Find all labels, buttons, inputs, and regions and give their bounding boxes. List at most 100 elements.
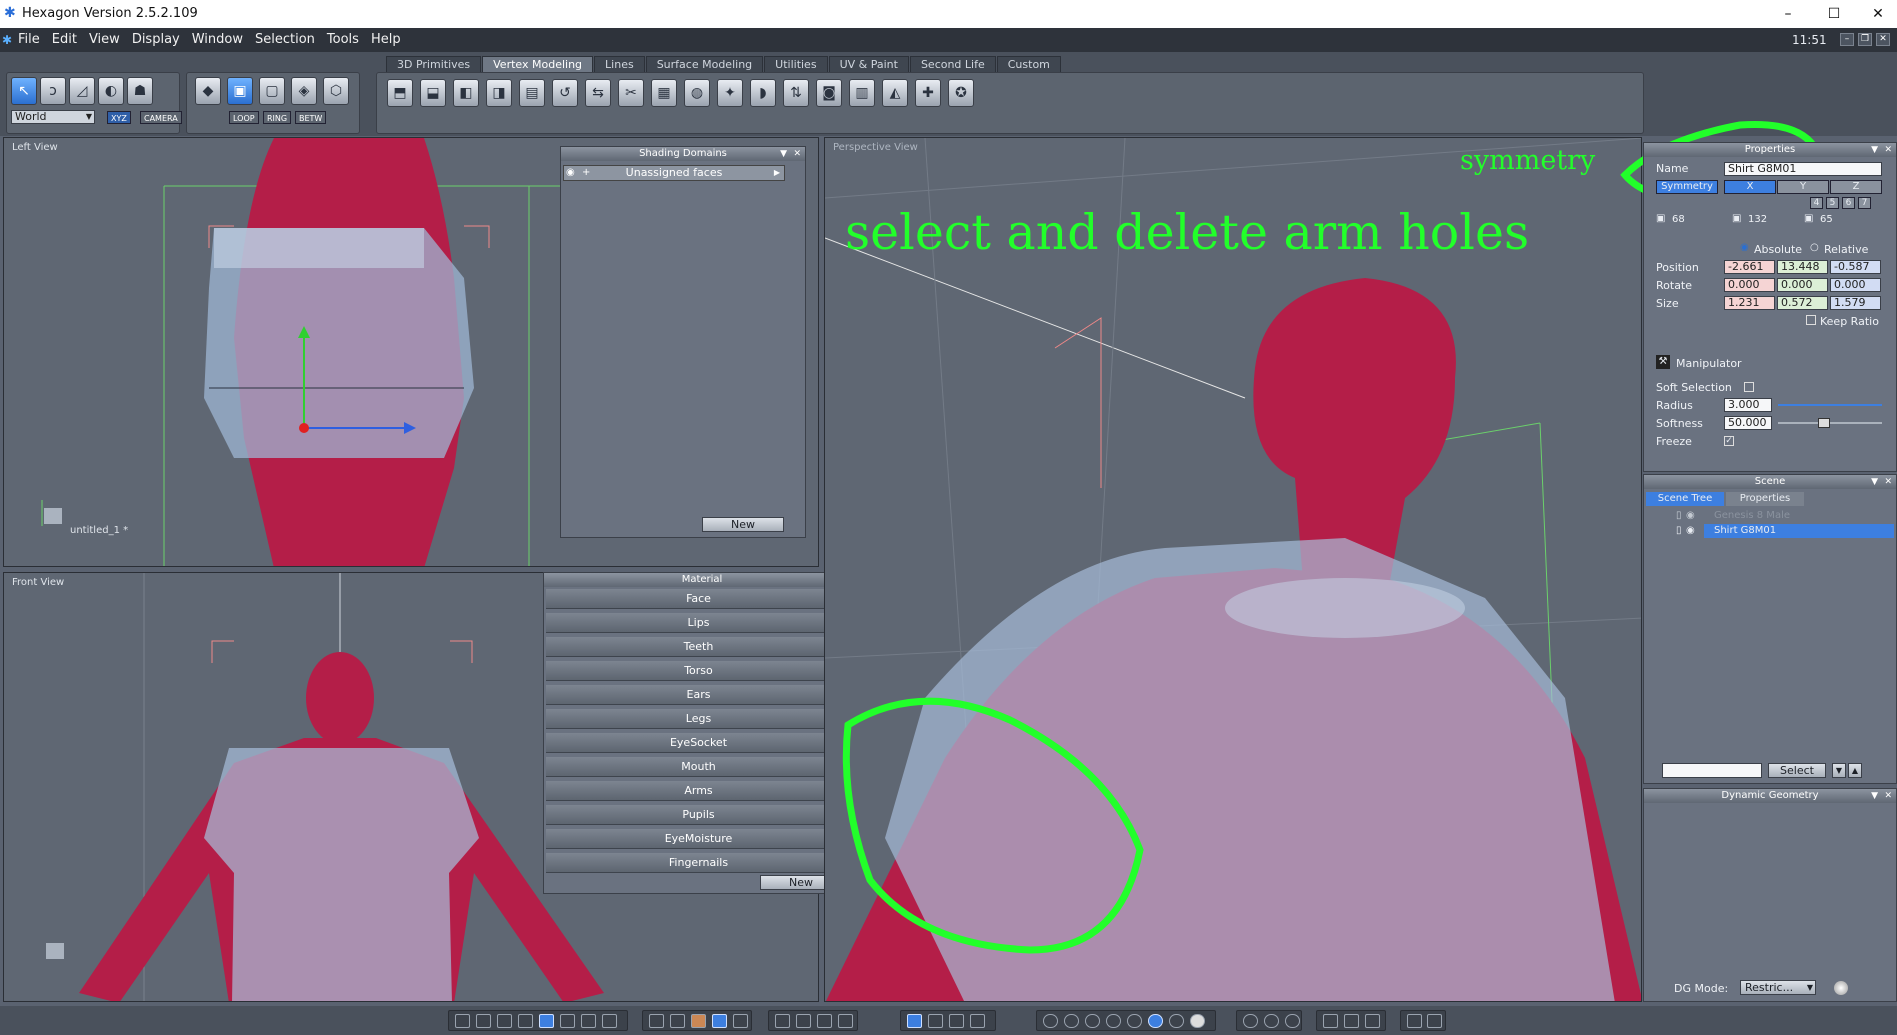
shade-light-icon[interactable] — [1190, 1014, 1205, 1028]
freeze-checkbox[interactable]: ✓ — [1724, 436, 1734, 446]
chevron-down-icon[interactable]: ▼ — [780, 147, 787, 161]
subdivide-icon[interactable]: ✦ — [717, 79, 743, 107]
softness-slider[interactable] — [1778, 418, 1882, 428]
mdi-close-button[interactable]: ✕ — [1876, 33, 1890, 46]
close-icon[interactable]: ✕ — [1884, 789, 1892, 803]
menu-tools[interactable]: Tools — [321, 28, 365, 47]
chevron-down-icon[interactable]: ▼ — [1871, 143, 1878, 157]
softness-field[interactable]: 50.000 — [1724, 416, 1772, 430]
menu-selection[interactable]: Selection — [249, 28, 321, 47]
mdi-restore-button[interactable]: ❐ — [1858, 33, 1872, 46]
material-item[interactable]: Mouth▶ — [546, 757, 851, 777]
chevron-down-icon[interactable]: ▼ — [1871, 789, 1878, 803]
scale-manipulator-icon[interactable] — [970, 1014, 985, 1028]
name-field[interactable]: Shirt G8M01 — [1724, 162, 1882, 176]
position-x-field[interactable]: -2.661 — [1724, 260, 1775, 274]
layout-two-v-icon[interactable] — [560, 1014, 575, 1028]
tab-uv-paint[interactable]: UV & Paint — [828, 56, 909, 73]
tab-vertex-modeling[interactable]: Vertex Modeling — [482, 56, 594, 73]
menu-edit[interactable]: Edit — [46, 28, 83, 47]
size-y-field[interactable]: 0.572 — [1777, 296, 1828, 310]
symmetry-y-button[interactable]: Y — [1777, 180, 1829, 194]
camera-toggle[interactable]: CAMERA — [140, 111, 182, 124]
book-icon[interactable] — [1365, 1014, 1380, 1028]
tab-custom[interactable]: Custom — [996, 56, 1061, 73]
material-item[interactable]: EyeSocket▶ — [546, 733, 851, 753]
symmetry-z-button[interactable]: Z — [1830, 180, 1882, 194]
layers-icon[interactable] — [1344, 1014, 1359, 1028]
orbit-icon[interactable] — [838, 1014, 853, 1028]
radius-field[interactable]: 3.000 — [1724, 398, 1772, 412]
slot-7-button[interactable]: 7 — [1858, 197, 1871, 209]
shade-smooth-icon[interactable] — [1085, 1014, 1100, 1028]
brush-icon[interactable] — [670, 1014, 685, 1028]
app-menu-icon[interactable]: ✱ — [2, 33, 12, 47]
tab-scene-tree[interactable]: Scene Tree — [1646, 492, 1724, 506]
radius-slider[interactable] — [1778, 404, 1882, 406]
light-icon[interactable] — [1285, 1014, 1300, 1028]
absolute-radio[interactable]: ◉ — [1740, 242, 1749, 253]
layout-quad-icon[interactable] — [476, 1014, 491, 1028]
material-item[interactable]: Lips▶ — [546, 613, 851, 633]
ring-button[interactable]: RING — [263, 111, 292, 124]
scene-select-button[interactable]: Select — [1768, 763, 1826, 778]
lock-icon[interactable]: ▯ — [1676, 509, 1682, 523]
tesselate-icon[interactable]: ▦ — [651, 79, 677, 107]
shade-flat-icon[interactable] — [1064, 1014, 1079, 1028]
select-auto-icon[interactable]: ⬡ — [323, 77, 349, 105]
twist-icon[interactable]: ↺ — [552, 79, 578, 107]
chevron-up-icon[interactable]: ▲ — [1848, 763, 1862, 778]
tab-surface-modeling[interactable]: Surface Modeling — [645, 56, 764, 73]
menu-view[interactable]: View — [83, 28, 126, 47]
close-button[interactable]: ✕ — [1868, 4, 1888, 24]
layout-three-b-icon[interactable] — [518, 1014, 533, 1028]
layout-two-h-icon[interactable] — [581, 1014, 596, 1028]
loop-button[interactable]: LOOP — [229, 111, 259, 124]
ao-icon[interactable] — [1243, 1014, 1258, 1028]
lock-icon[interactable]: ▯ — [1676, 524, 1682, 538]
inset-icon[interactable]: ◨ — [486, 79, 512, 107]
select-edge-icon[interactable]: ▣ — [227, 77, 253, 105]
eye-icon[interactable]: ◉ — [1686, 509, 1695, 523]
plus-icon[interactable]: + — [582, 166, 590, 180]
rotate-x-field[interactable]: 0.000 — [1724, 278, 1775, 292]
menu-display[interactable]: Display — [126, 28, 186, 47]
layout-two-c-icon[interactable] — [602, 1014, 617, 1028]
slot-6-button[interactable]: 6 — [1842, 197, 1855, 209]
extrude-icon[interactable]: ⬒ — [387, 79, 413, 107]
size-z-field[interactable]: 1.579 — [1830, 296, 1881, 310]
select-face-icon[interactable]: ▢ — [259, 77, 285, 105]
minimize-button[interactable]: – — [1778, 4, 1798, 24]
position-y-field[interactable]: 13.448 — [1777, 260, 1828, 274]
texture-icon[interactable] — [691, 1014, 706, 1028]
fill-hole-icon[interactable]: ◙ — [816, 79, 842, 107]
magic-select-icon[interactable]: ◐ — [98, 77, 124, 105]
rotate-y-field[interactable]: 0.000 — [1777, 278, 1828, 292]
ghost-icon[interactable] — [1323, 1014, 1338, 1028]
mirror-icon[interactable]: ◗ — [750, 79, 776, 107]
menu-file[interactable]: File — [12, 28, 46, 47]
chevron-down-icon[interactable]: ▼ — [1871, 475, 1878, 489]
slot-4-button[interactable]: 4 — [1810, 197, 1823, 209]
material-item[interactable]: Arms▶ — [546, 781, 851, 801]
move-manipulator-icon[interactable] — [928, 1014, 943, 1028]
thickness-icon[interactable]: ▥ — [849, 79, 875, 107]
shade-transparent-icon[interactable] — [1169, 1014, 1184, 1028]
material-item[interactable]: Teeth▶ — [546, 637, 851, 657]
shade-wire-smooth-icon[interactable] — [1106, 1014, 1121, 1028]
tab-second-life[interactable]: Second Life — [909, 56, 996, 73]
tab-3d-primitives[interactable]: 3D Primitives — [386, 56, 482, 73]
rotate-manipulator-icon[interactable] — [949, 1014, 964, 1028]
coord-space-select[interactable]: World ▼ — [11, 110, 95, 124]
rotate-z-field[interactable]: 0.000 — [1830, 278, 1881, 292]
cut-icon[interactable]: ✪ — [948, 79, 974, 107]
unassigned-faces-item[interactable]: ◉ + Unassigned faces ▶ — [563, 165, 785, 181]
scene-tree-item[interactable]: ▯ ◉ Genesis 8 Male — [1646, 509, 1894, 523]
symmetry-x-button[interactable]: X — [1724, 180, 1776, 194]
smooth-icon[interactable]: ◍ — [684, 79, 710, 107]
material-item[interactable]: Legs▶ — [546, 709, 851, 729]
slot-5-button[interactable]: 5 — [1826, 197, 1839, 209]
between-button[interactable]: BETW — [295, 111, 327, 124]
pan-icon[interactable] — [796, 1014, 811, 1028]
bridge-icon[interactable]: ⇆ — [585, 79, 611, 107]
